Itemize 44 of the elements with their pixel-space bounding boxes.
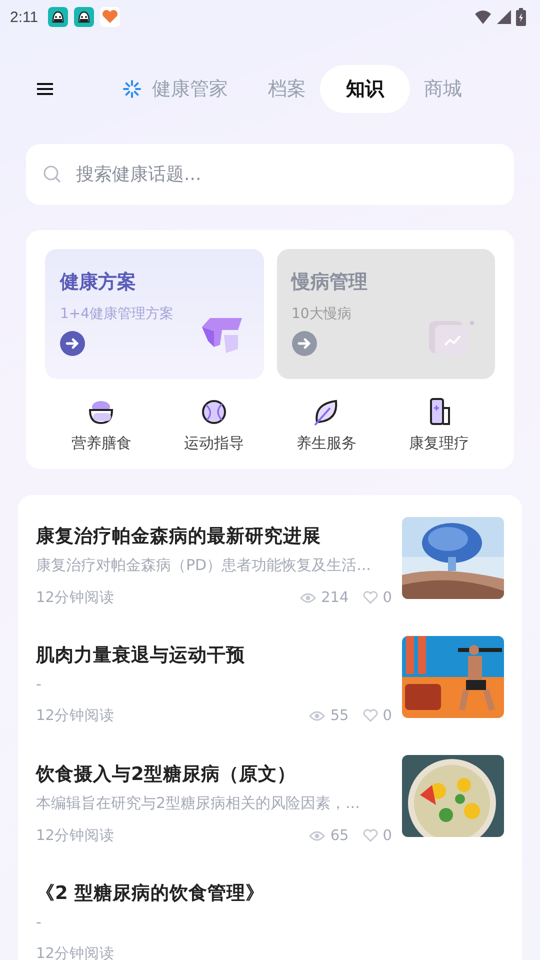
view-count: 214 [321,590,349,606]
battery-icon [516,8,526,26]
article-summary: 本编辑旨在研究与2型糖尿病相关的风险因素，... [36,794,361,813]
read-time: 12分钟阅读 [36,827,114,845]
like-count: 0 [382,590,392,606]
read-time: 12分钟阅读 [36,707,114,725]
shortcut-item[interactable]: 康复理疗 [382,394,495,455]
article-title[interactable]: 《2 型糖尿病的饮食管理》 [36,880,504,905]
card-subtitle: 1+4健康管理方案 [60,305,175,323]
card-subtitle: 10大慢病 [292,305,352,323]
like-count: 0 [382,828,392,844]
search-field[interactable]: 搜索健康话题... [26,144,514,205]
article-title[interactable]: 饮食摄入与2型糖尿病（原文） [36,761,392,786]
robot-icon [74,7,94,27]
wifi-icon [474,9,492,25]
read-time: 12分钟阅读 [36,945,114,960]
view-count: 55 [330,708,349,724]
heart-icon [362,829,378,842]
heart-icon [362,709,378,722]
article-summary: - [36,675,42,693]
shortcut-item[interactable]: 营养膳食 [45,394,158,455]
like-count: 0 [382,708,392,724]
nav-tab[interactable]: 知识 [320,65,410,113]
robot-icon [48,7,68,27]
shortcut-item[interactable]: 运动指导 [158,394,270,455]
view-count: 65 [330,828,349,844]
article-summary: 康复治疗对帕金森病（PD）患者功能恢复及生活... [36,556,372,575]
eye-icon [300,592,316,604]
article-title[interactable]: 康复治疗帕金森病的最新研究进展 [36,523,392,548]
heart-icon [362,591,378,604]
eye-icon [309,830,326,842]
eye-icon [309,710,326,722]
signal-icon [496,9,512,25]
shortcut-item[interactable]: 养生服务 [270,394,382,455]
feature-card[interactable]: 健康方案 1+4健康管理方案 [45,249,264,379]
search-icon [42,164,62,184]
card-title: 健康方案 [60,270,137,295]
article-title[interactable]: 肌肉力量衰退与运动干预 [36,642,392,667]
spinner-icon [122,79,142,99]
menu-icon [37,82,53,96]
article-summary: - [36,913,42,931]
card-title: 慢病管理 [292,270,368,295]
status-time: 2:11 [10,8,38,26]
read-time: 12分钟阅读 [36,589,114,607]
